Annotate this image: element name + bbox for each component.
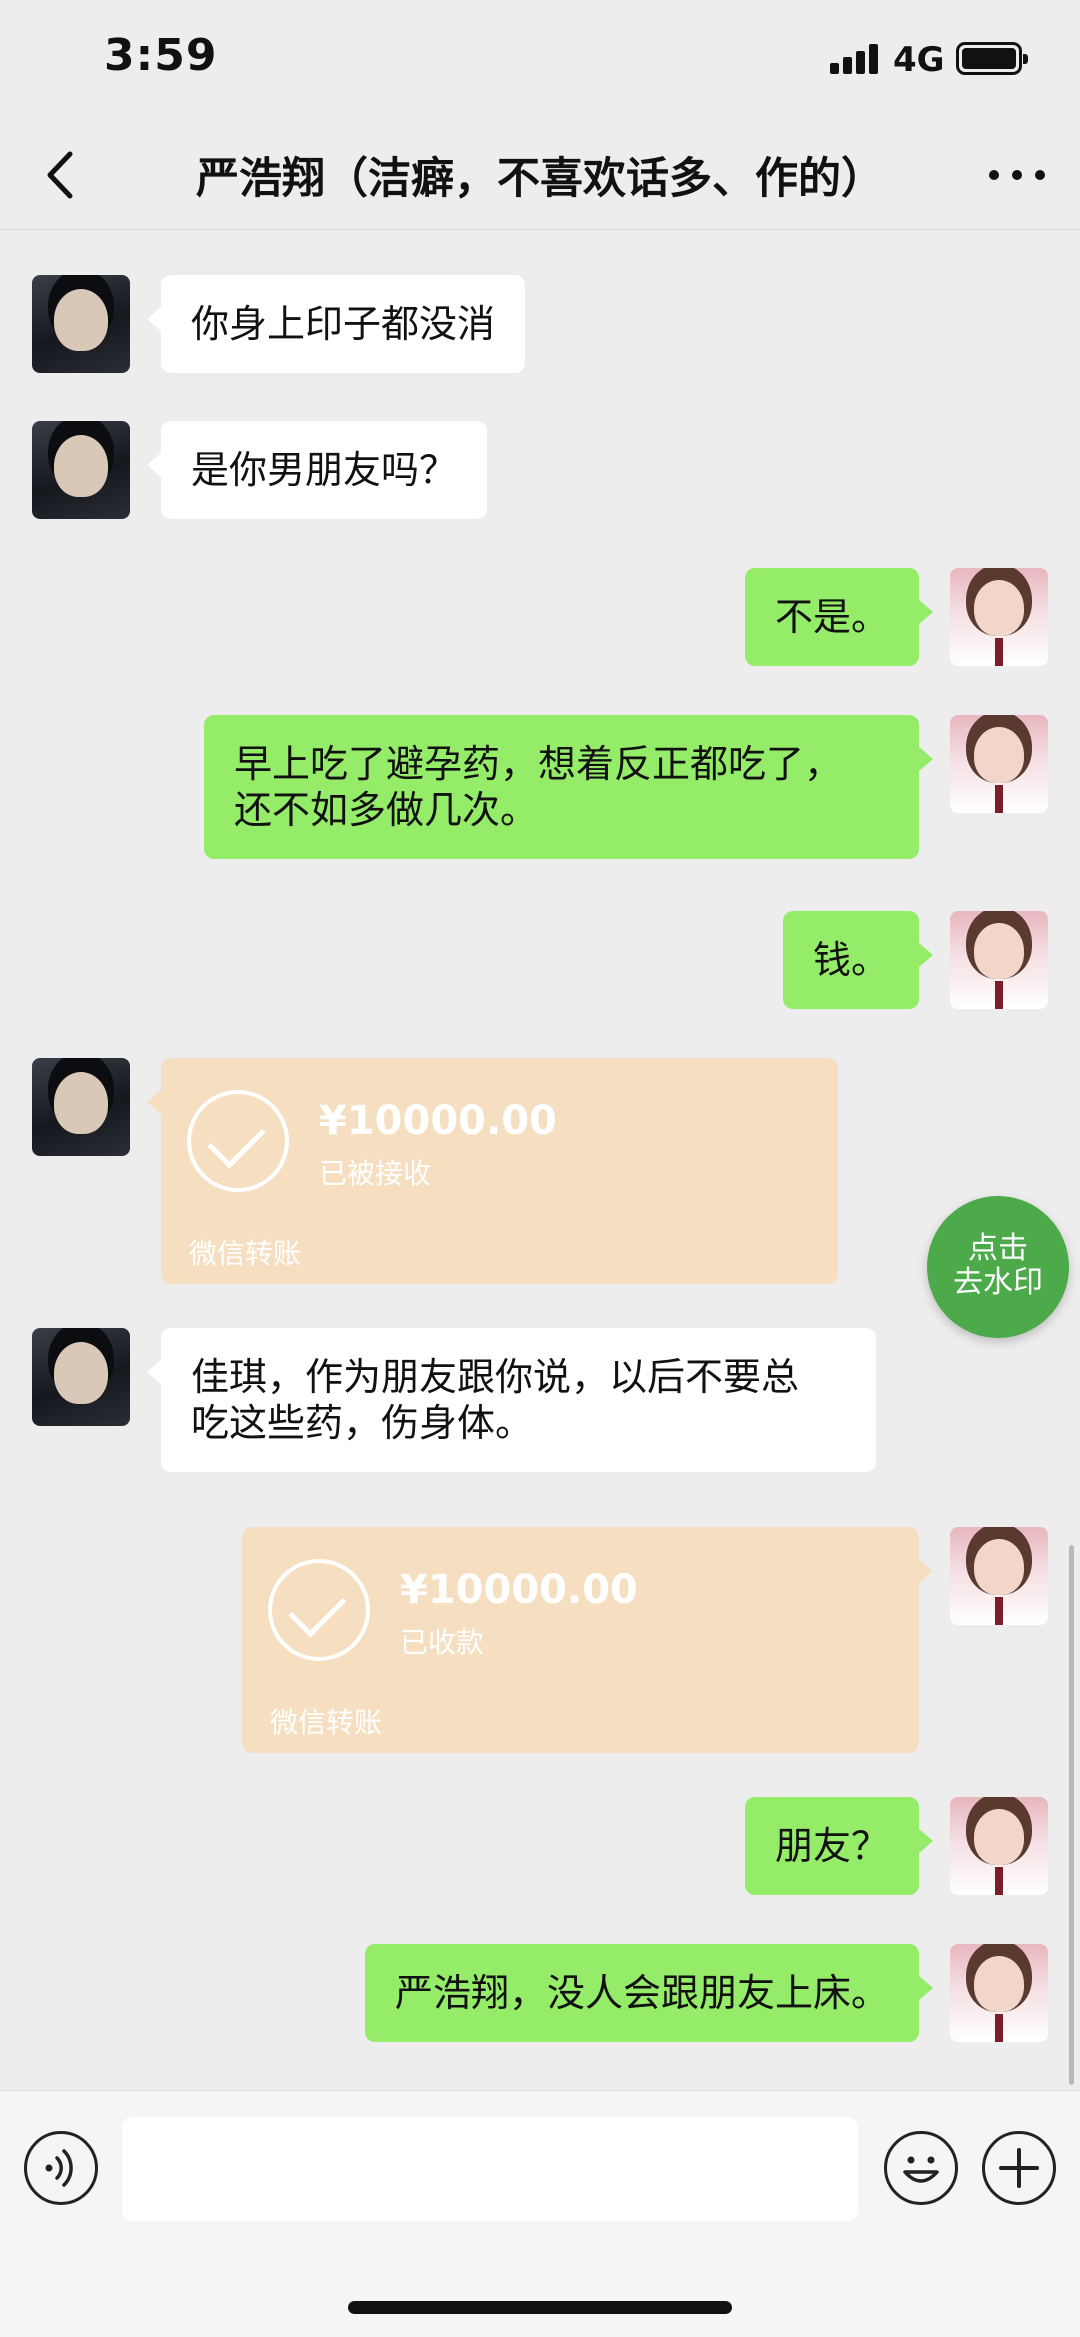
chevron-left-icon[interactable] [30, 142, 96, 208]
contact-avatar[interactable] [32, 1328, 130, 1426]
network-type: 4G [893, 40, 945, 80]
check-icon [268, 1559, 370, 1661]
message-bubble[interactable]: 早上吃了避孕药，想着反正都吃了， 还不如多做几次。 [204, 715, 933, 859]
emoji-icon[interactable] [884, 2131, 958, 2205]
transfer-status: 已收款 [400, 1626, 485, 1659]
my-avatar[interactable] [950, 1527, 1048, 1625]
message-text: 朋友？ [774, 1824, 889, 1868]
message-text-line: 早上吃了避孕药，想着反正都吃了， [234, 742, 843, 786]
signal-icon [830, 44, 882, 74]
message-bubble[interactable]: 朋友？ [744, 1797, 934, 1895]
ellipsis-icon[interactable] [984, 142, 1050, 208]
watermark-button-line: 去水印 [953, 1265, 1043, 1300]
my-avatar[interactable] [950, 911, 1048, 1009]
status-bar: 3:59 4G [0, 0, 1080, 120]
my-avatar[interactable] [950, 1797, 1048, 1895]
message-bubble[interactable]: 佳琪，作为朋友跟你说，以后不要总 吃这些药，伤身体。 [147, 1328, 876, 1472]
home-indicator[interactable] [348, 2301, 732, 2314]
transfer-card[interactable]: ¥10000.00 已被接收 微信转账 [147, 1058, 838, 1284]
my-avatar[interactable] [950, 568, 1048, 666]
message-bubble[interactable]: 是你男朋友吗？ [146, 421, 488, 519]
message-text: 你身上印子都没消 [191, 302, 496, 346]
voice-icon[interactable] [24, 2131, 98, 2205]
message-text: 钱。 [812, 938, 889, 982]
battery-icon [956, 42, 1028, 75]
chat-title: 严浩翔（洁癖，不喜欢话多、作的） [196, 154, 884, 204]
watermark-button-line: 点击 [968, 1231, 1028, 1266]
transfer-label: 微信转账 [189, 1237, 302, 1270]
transfer-card[interactable]: ¥10000.00 已收款 微信转账 [242, 1527, 933, 1753]
remove-watermark-button[interactable]: 点击 去水印 [927, 1196, 1069, 1338]
message-text-line: 还不如多做几次。 [234, 788, 539, 832]
message-bubble[interactable]: 严浩翔，没人会跟朋友上床。 [364, 1944, 934, 2042]
message-text: 是你男朋友吗？ [191, 448, 458, 492]
my-avatar[interactable] [950, 715, 1048, 813]
status-time: 3:59 [104, 30, 218, 81]
contact-avatar[interactable] [32, 421, 130, 519]
my-avatar[interactable] [950, 1944, 1048, 2042]
message-bubble[interactable]: 不是。 [744, 568, 934, 666]
transfer-status: 已被接收 [319, 1157, 432, 1190]
scrollbar[interactable] [1069, 1545, 1074, 2085]
input-bar [0, 2090, 1080, 2337]
message-input[interactable] [122, 2117, 858, 2221]
message-text-line: 吃这些药，伤身体。 [191, 1401, 534, 1445]
check-icon [187, 1090, 289, 1192]
plus-icon[interactable] [982, 2131, 1056, 2205]
contact-avatar[interactable] [32, 1058, 130, 1156]
message-text: 严浩翔，没人会跟朋友上床。 [394, 1971, 889, 2015]
message-bubble[interactable]: 你身上印子都没消 [146, 275, 526, 373]
message-text: 不是。 [774, 595, 889, 639]
transfer-amount: ¥10000.00 [400, 1567, 638, 1613]
transfer-amount: ¥10000.00 [319, 1098, 557, 1144]
message-bubble[interactable]: 钱。 [782, 911, 934, 1009]
message-text-line: 佳琪，作为朋友跟你说，以后不要总 [191, 1355, 800, 1399]
transfer-label: 微信转账 [270, 1706, 383, 1739]
contact-avatar[interactable] [32, 275, 130, 373]
chat-header: 严浩翔（洁癖，不喜欢话多、作的） [0, 120, 1080, 230]
